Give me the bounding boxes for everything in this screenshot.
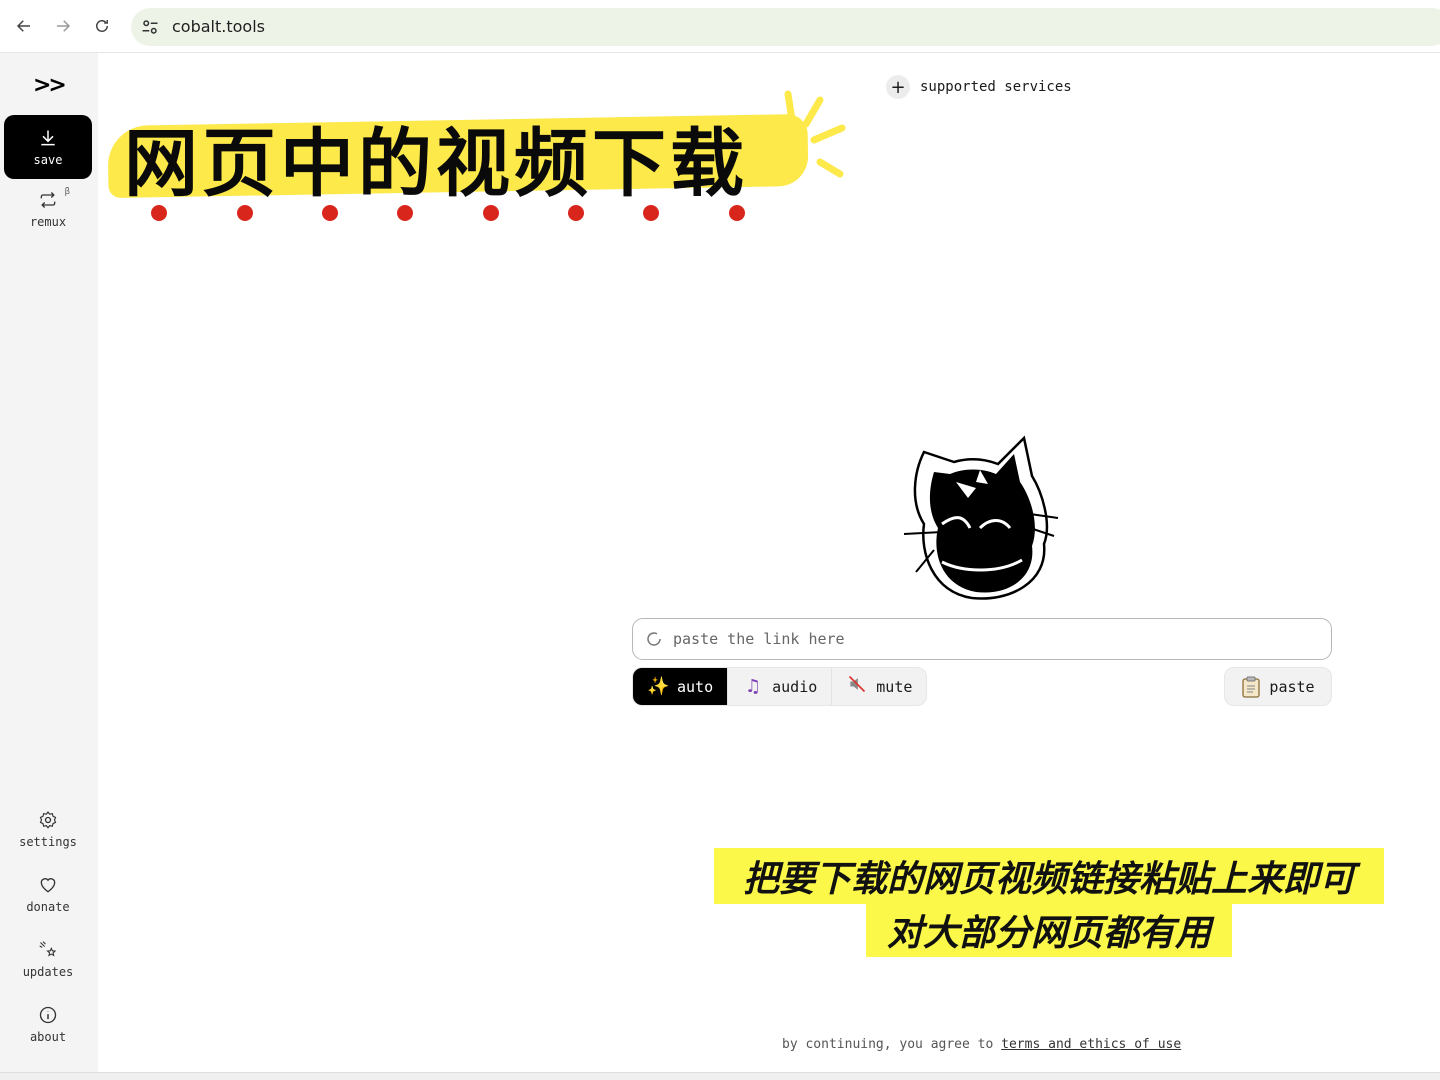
sidebar-item-label: donate [26, 899, 70, 914]
decorative-dot [483, 205, 499, 221]
clipboard-icon [1242, 676, 1261, 698]
sidebar-item-label: about [29, 1029, 67, 1044]
mode-auto-button[interactable]: ✨ auto [633, 668, 729, 705]
gear-icon [39, 810, 57, 829]
link-input[interactable] [673, 619, 1313, 659]
sidebar-item-about[interactable]: about [4, 992, 92, 1056]
burst-icon [784, 90, 846, 178]
paste-button[interactable]: paste [1224, 667, 1332, 706]
loading-spinner-icon [647, 632, 661, 646]
address-bar[interactable]: cobalt.tools [131, 8, 1440, 46]
supported-services-label: supported services [920, 79, 1072, 95]
paste-label: paste [1269, 677, 1315, 696]
banner-title: 网页中的视频下载 [124, 121, 748, 207]
window-bottom-edge [0, 1072, 1440, 1080]
browser-toolbar: cobalt.tools [0, 0, 1440, 53]
supported-services-button[interactable]: + supported services [886, 75, 1072, 99]
back-button[interactable] [10, 12, 38, 40]
decorative-dot [237, 205, 253, 221]
sidebar-item-remux[interactable]: β remux [4, 177, 92, 241]
site-settings-icon[interactable] [141, 18, 159, 36]
cobalt-logo[interactable]: >> [33, 73, 67, 98]
url-text: cobalt.tools [172, 17, 265, 36]
download-icon [41, 130, 55, 145]
arrow-right-icon [57, 20, 71, 32]
mode-audio-button[interactable]: ♫ audio [728, 668, 833, 705]
caption-line-1: 把要下载的网页视频链接粘贴上来即可 [714, 848, 1384, 904]
sidebar-item-label: updates [22, 964, 74, 979]
sidebar-item-label: save [33, 152, 63, 167]
music-notes-icon: ♫ [745, 676, 762, 697]
terms-notice: by continuing, you agree to terms and et… [782, 1037, 1181, 1052]
reload-button[interactable] [88, 12, 116, 40]
sidebar-item-updates[interactable]: updates [4, 927, 92, 991]
decorative-dot [643, 205, 659, 221]
reload-icon [96, 20, 108, 32]
sidebar-item-donate[interactable]: donate [4, 862, 92, 926]
sidebar-item-save[interactable]: save [4, 115, 92, 179]
decorative-dot [151, 205, 167, 221]
sparkles-icon: ✨ [647, 676, 670, 697]
mode-mute-button[interactable]: mute [832, 668, 926, 705]
caption-line-2: 对大部分网页都有用 [866, 903, 1232, 957]
beta-badge: β [64, 187, 70, 197]
decorative-dot [322, 205, 338, 221]
mode-label: auto [677, 677, 714, 696]
terms-link[interactable]: terms and ethics of use [1001, 1037, 1181, 1052]
link-input-container[interactable] [632, 618, 1332, 660]
cat-mascot-icon [903, 435, 1059, 600]
info-icon [39, 1006, 57, 1023]
sidebar-item-label: remux [29, 214, 67, 229]
decorative-dot [729, 205, 745, 221]
forward-button[interactable] [49, 12, 77, 40]
sparkle-icon [39, 940, 57, 956]
download-mode-switcher: ✨ auto ♫ audio mute [632, 667, 928, 706]
heart-icon [40, 877, 56, 892]
sidebar-item-settings[interactable]: settings [4, 797, 92, 861]
decorative-dot [397, 205, 413, 221]
decorative-dot [568, 205, 584, 221]
mode-label: audio [772, 677, 818, 696]
sidebar: >> save β remux settings donate updates … [0, 53, 98, 1073]
muted-speaker-icon [846, 674, 868, 699]
remux-icon [40, 191, 56, 208]
terms-prefix: by continuing, you agree to [782, 1037, 994, 1052]
arrow-left-icon [16, 20, 30, 32]
sidebar-item-label: settings [19, 834, 77, 849]
mode-label: mute [876, 677, 913, 696]
plus-icon: + [886, 75, 910, 99]
